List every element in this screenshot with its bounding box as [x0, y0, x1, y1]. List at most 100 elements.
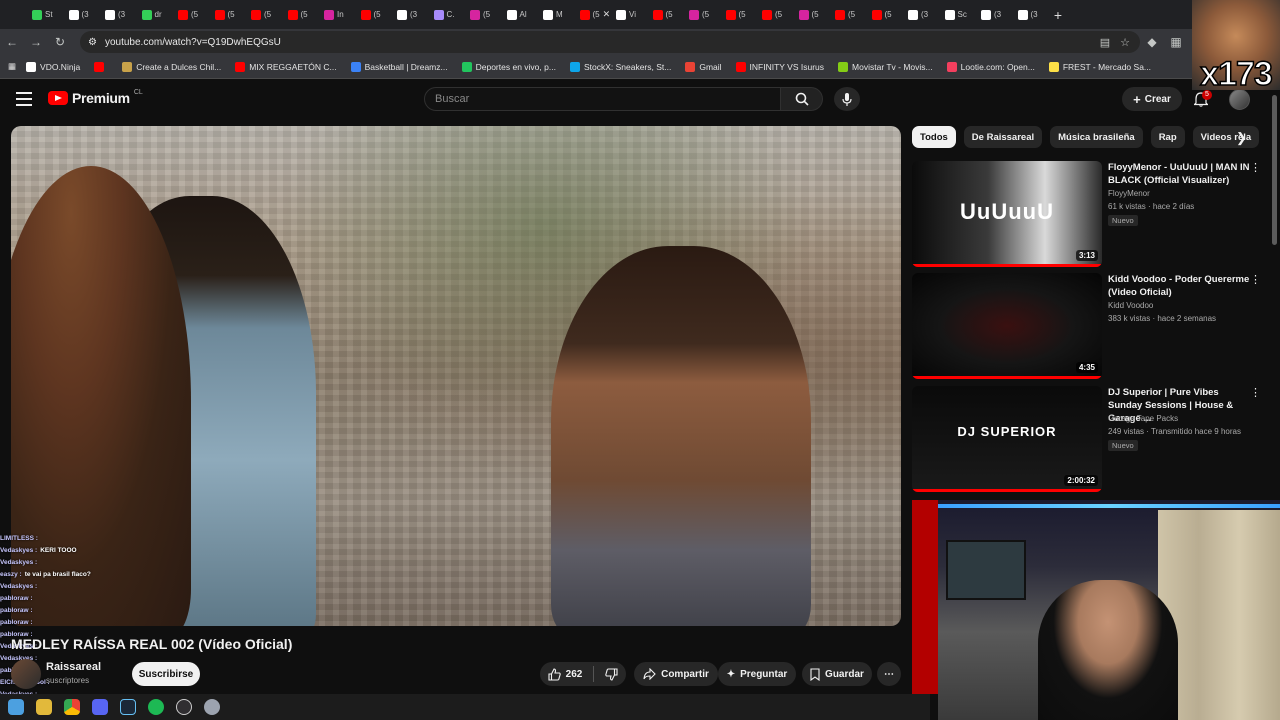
- tab-favicon-icon: [725, 9, 736, 20]
- video-player[interactable]: [11, 126, 901, 626]
- browser-tab[interactable]: (5: [793, 0, 830, 29]
- save-button[interactable]: Guardar: [802, 662, 872, 686]
- browser-tab[interactable]: (5 ✕: [574, 0, 610, 29]
- obs-icon[interactable]: [176, 699, 192, 715]
- recommended-video[interactable]: DJ SUPERIOR 2:00:32 DJ Superior | Pure Vib…: [912, 386, 1262, 494]
- recommended-video-title[interactable]: FloyyMenor - UuUuuU | MAN IN BLACK (Offi…: [1108, 161, 1253, 187]
- bookmark-item[interactable]: Movistar Tv - Movis...: [838, 61, 933, 72]
- more-actions-button[interactable]: ⋯: [877, 662, 901, 686]
- search-input[interactable]: Buscar: [424, 87, 781, 111]
- dislike-button[interactable]: [605, 667, 618, 681]
- video-thumbnail[interactable]: DJ SUPERIOR 2:00:32: [912, 386, 1102, 492]
- browser-tab[interactable]: (5: [683, 0, 720, 29]
- bookmark-item[interactable]: FREST - Mercado Sa...: [1048, 61, 1151, 72]
- browser-tab[interactable]: (5: [720, 0, 757, 29]
- recommended-video[interactable]: 4:35 Kidd Voodoo - Poder Quererme (Video …: [912, 273, 1262, 381]
- filter-chip[interactable]: Rap: [1150, 126, 1185, 148]
- browser-tab[interactable]: (3: [391, 0, 428, 29]
- browser-tab[interactable]: Vi: [610, 0, 647, 29]
- discord-icon[interactable]: [92, 699, 108, 715]
- steam-icon[interactable]: [120, 699, 136, 715]
- youtube-logo[interactable]: Premium CL: [48, 89, 143, 106]
- browser-tab[interactable]: (5: [209, 0, 246, 29]
- browser-tab[interactable]: St: [26, 0, 63, 29]
- file-explorer-icon[interactable]: [36, 699, 52, 715]
- filter-chip[interactable]: Música brasileña: [1050, 126, 1143, 148]
- filter-chip[interactable]: Todos: [912, 126, 956, 148]
- channel-avatar[interactable]: [11, 659, 41, 689]
- browser-tab[interactable]: Al: [501, 0, 538, 29]
- bookmark-favicon-icon: [26, 61, 37, 72]
- bookmark-item[interactable]: Basketball | Dreamz...: [350, 61, 448, 72]
- voice-search-button[interactable]: [834, 87, 860, 111]
- browser-tab[interactable]: dr: [136, 0, 173, 29]
- browser-tab[interactable]: (5: [829, 0, 866, 29]
- browser-tab[interactable]: (5: [756, 0, 793, 29]
- app-icon[interactable]: [204, 699, 220, 715]
- ask-button[interactable]: ✦ Preguntar: [718, 662, 796, 686]
- back-icon[interactable]: ←: [0, 30, 24, 54]
- bookmark-item[interactable]: Gmail: [685, 61, 722, 72]
- menu-icon[interactable]: [16, 92, 32, 106]
- bookmark-item[interactable]: StockX: Sneakers, St...: [569, 61, 671, 72]
- channel-name[interactable]: Raissareal: [46, 661, 101, 673]
- apps-grid-icon[interactable]: ▦: [8, 61, 16, 72]
- spotify-icon[interactable]: [148, 699, 164, 715]
- video-thumbnail[interactable]: 4:35: [912, 273, 1102, 379]
- browser-tab[interactable]: (5: [647, 0, 684, 29]
- browser-tab[interactable]: (3: [63, 0, 100, 29]
- new-badge: Nuevo: [1108, 215, 1138, 226]
- bookmark-star-icon[interactable]: ☆: [1120, 36, 1130, 49]
- subscribe-button[interactable]: Suscribirse: [132, 662, 200, 686]
- bookmark-item[interactable]: MIX REGGAETÓN C...: [235, 61, 337, 72]
- video-thumbnail[interactable]: UuUuuU 3:13: [912, 161, 1102, 267]
- install-icon[interactable]: ▤: [1100, 36, 1110, 49]
- browser-tab[interactable]: M: [537, 0, 574, 29]
- browser-tab[interactable]: (3: [975, 0, 1012, 29]
- share-button[interactable]: Compartir: [634, 662, 718, 686]
- filter-chip[interactable]: De Raissareal: [963, 126, 1043, 148]
- chrome-icon[interactable]: [64, 699, 80, 715]
- reload-icon[interactable]: ↻: [48, 30, 72, 54]
- forward-icon[interactable]: →: [24, 30, 48, 54]
- tab-close-icon[interactable]: ✕: [603, 9, 610, 20]
- browser-tab[interactable]: (3: [902, 0, 939, 29]
- address-bar[interactable]: ⚙ youtube.com/watch?v=Q19DwhEQGsU ▤ ☆: [80, 31, 1140, 53]
- puzzle-icon[interactable]: ▦: [1164, 30, 1188, 54]
- browser-tab[interactable]: (3: [99, 0, 136, 29]
- site-info-icon[interactable]: ⚙: [88, 37, 97, 48]
- filter-chip[interactable]: Videos rela: [1192, 126, 1260, 148]
- browser-tab[interactable]: (5: [464, 0, 501, 29]
- browser-tab[interactable]: (5: [866, 0, 903, 29]
- chevron-right-icon[interactable]: ❯: [1236, 130, 1247, 146]
- new-tab-icon[interactable]: +: [1048, 0, 1068, 29]
- kebab-menu-icon[interactable]: ⋮: [1250, 386, 1261, 399]
- browser-tab[interactable]: In: [318, 0, 355, 29]
- browser-tab[interactable]: (5: [355, 0, 392, 29]
- bookmark-item[interactable]: Lootie.com: Open...: [946, 61, 1035, 72]
- recommended-video-title[interactable]: Kidd Voodoo - Poder Quererme (Video Ofic…: [1108, 273, 1253, 299]
- bookmark-item[interactable]: VDO.Ninja: [26, 61, 80, 72]
- create-button[interactable]: + Crear: [1122, 87, 1182, 111]
- search-button[interactable]: [781, 87, 823, 111]
- extension-icon[interactable]: ◆: [1140, 30, 1164, 54]
- bookmark-item[interactable]: Create a Dulces Chil...: [122, 61, 221, 72]
- recommended-channel-name[interactable]: Garage Tape Packs: [1108, 414, 1178, 423]
- browser-tab[interactable]: (5: [172, 0, 209, 29]
- bookmark-item[interactable]: [94, 61, 108, 72]
- windows-icon[interactable]: [8, 699, 24, 715]
- browser-tab[interactable]: C.: [428, 0, 465, 29]
- recommended-channel-name[interactable]: Kidd Voodoo: [1108, 301, 1153, 310]
- page-scrollbar[interactable]: [1272, 95, 1277, 245]
- kebab-menu-icon[interactable]: ⋮: [1250, 273, 1261, 286]
- bookmark-item[interactable]: Deportes en vivo, p...: [461, 61, 556, 72]
- like-button[interactable]: 262: [548, 667, 582, 681]
- browser-tab[interactable]: (5: [245, 0, 282, 29]
- recommended-video[interactable]: UuUuuU 3:13 FloyyMenor - UuUuuU | MAN IN B…: [912, 161, 1262, 269]
- recommended-channel-name[interactable]: FloyyMenor: [1108, 189, 1150, 198]
- browser-tab[interactable]: (5: [282, 0, 319, 29]
- browser-tab[interactable]: (3: [1012, 0, 1049, 29]
- bookmark-item[interactable]: INFINITY VS Isurus: [735, 61, 824, 72]
- kebab-menu-icon[interactable]: ⋮: [1250, 161, 1261, 174]
- browser-tab[interactable]: Sc: [939, 0, 976, 29]
